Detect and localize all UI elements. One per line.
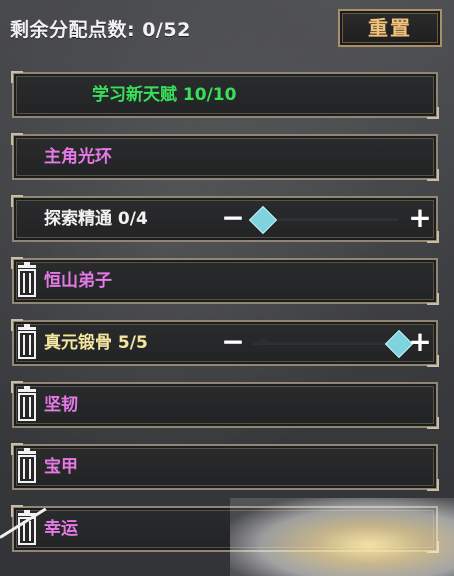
- talent-row-exploration-mastery[interactable]: 探索精通 0/4 − +: [11, 195, 439, 243]
- slider-track[interactable]: [253, 342, 398, 344]
- minus-icon[interactable]: −: [219, 327, 247, 357]
- remaining-points-label: 剩余分配点数: 0/52: [10, 18, 191, 41]
- trash-icon[interactable]: [14, 262, 40, 300]
- slider-start-marker: [258, 337, 268, 347]
- talent-row-true-essence-bone[interactable]: 真元锻骨 5/5 − +: [11, 319, 439, 367]
- talent-row-learn-new[interactable]: 学习新天赋 10/10: [11, 71, 439, 119]
- plus-icon[interactable]: +: [406, 327, 434, 357]
- talent-label: 恒山弟子: [44, 271, 112, 291]
- talent-row-tenacity[interactable]: 坚韧: [11, 381, 439, 429]
- talent-label: 宝甲: [44, 457, 78, 477]
- plus-icon[interactable]: +: [406, 203, 434, 233]
- header: 剩余分配点数: 0/52 重置: [10, 9, 442, 47]
- talent-label: 主角光环: [44, 147, 112, 167]
- decorative-glow-overlay: [230, 498, 454, 576]
- talent-label: 探索精通 0/4: [44, 209, 148, 229]
- diamond-handle-icon[interactable]: [248, 205, 278, 235]
- trash-icon[interactable]: [14, 448, 40, 486]
- level-slider[interactable]: − +: [219, 322, 434, 364]
- talent-label: 幸运: [44, 519, 78, 539]
- talent-label: 真元锻骨 5/5: [44, 333, 148, 353]
- talent-label: 学习新天赋 10/10: [92, 85, 237, 105]
- talent-label: 坚韧: [44, 395, 78, 415]
- talent-row-protagonist-aura[interactable]: 主角光环: [11, 133, 439, 181]
- trash-icon[interactable]: [14, 386, 40, 424]
- trash-icon[interactable]: [14, 324, 40, 362]
- level-slider[interactable]: − +: [219, 198, 434, 240]
- talent-row-treasure-armor[interactable]: 宝甲: [11, 443, 439, 491]
- talent-row-hengshan-disciple[interactable]: 恒山弟子: [11, 257, 439, 305]
- reset-button[interactable]: 重置: [338, 9, 442, 47]
- minus-icon[interactable]: −: [219, 203, 247, 233]
